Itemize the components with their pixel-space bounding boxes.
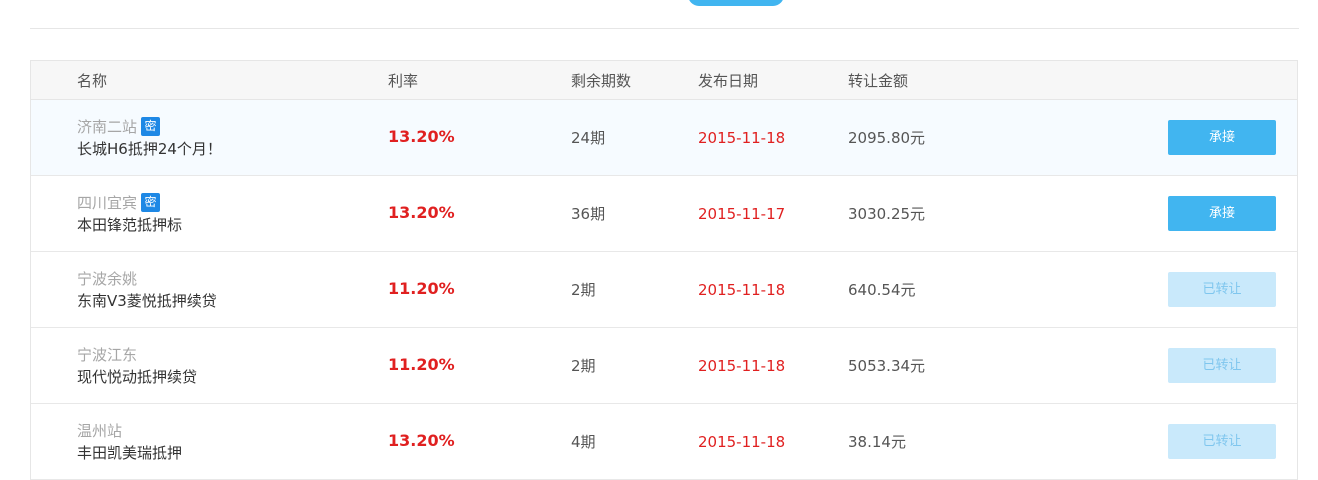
header-amount: 转让金额 — [848, 72, 909, 90]
publish-date: 2015-11-18 — [698, 433, 786, 451]
accept-button[interactable]: 承接 — [1168, 120, 1276, 155]
location-text: 宁波江东 — [77, 346, 138, 364]
rate-value: 13.20% — [388, 203, 455, 222]
transfer-table: 名称 利率 剩余期数 发布日期 转让金额 济南二站密 长城H6抵押24个月！ 1… — [30, 60, 1298, 480]
rate-value: 13.20% — [388, 431, 455, 450]
transfer-amount: 640.54元 — [848, 281, 916, 299]
remaining-periods: 24期 — [571, 129, 606, 147]
rate-value: 13.20% — [388, 127, 455, 146]
secret-badge: 密 — [141, 193, 161, 212]
transfer-amount: 38.14元 — [848, 433, 906, 451]
product-name[interactable]: 东南V3菱悦抵押续贷 — [77, 291, 217, 311]
location-text: 济南二站 — [77, 118, 138, 136]
location-text: 四川宜宾 — [77, 194, 138, 212]
product-name[interactable]: 本田锋范抵押标 — [77, 215, 182, 235]
publish-date: 2015-11-18 — [698, 281, 786, 299]
location-text: 温州站 — [77, 422, 123, 440]
location-text: 宁波余姚 — [77, 270, 138, 288]
table-row: 温州站 丰田凯美瑞抵押 13.20% 4期 2015-11-18 38.14元 … — [31, 404, 1297, 480]
header-periods: 剩余期数 — [571, 72, 632, 90]
location-cell: 宁波余姚 — [77, 269, 137, 289]
secret-badge: 密 — [141, 117, 161, 136]
publish-date: 2015-11-18 — [698, 129, 786, 147]
transferred-button[interactable]: 已转让 — [1168, 348, 1276, 383]
location-cell: 四川宜宾密 — [77, 193, 161, 213]
transfer-amount: 3030.25元 — [848, 205, 926, 223]
transferred-button[interactable]: 已转让 — [1168, 272, 1276, 307]
header-rate: 利率 — [388, 72, 419, 90]
rate-value: 11.20% — [388, 355, 455, 374]
location-cell: 温州站 — [77, 421, 122, 441]
remaining-periods: 2期 — [571, 357, 596, 375]
table-row: 宁波余姚 东南V3菱悦抵押续贷 11.20% 2期 2015-11-18 640… — [31, 252, 1297, 328]
table-row: 四川宜宾密 本田锋范抵押标 13.20% 36期 2015-11-17 3030… — [31, 176, 1297, 252]
table-row: 宁波江东 现代悦动抵押续贷 11.20% 2期 2015-11-18 5053.… — [31, 328, 1297, 404]
transfer-amount: 5053.34元 — [848, 357, 926, 375]
header-name: 名称 — [77, 72, 108, 90]
table-header: 名称 利率 剩余期数 发布日期 转让金额 — [31, 61, 1297, 100]
header-date: 发布日期 — [698, 72, 759, 90]
product-name[interactable]: 丰田凯美瑞抵押 — [77, 443, 182, 463]
top-pill-button[interactable] — [688, 0, 784, 6]
accept-button[interactable]: 承接 — [1168, 196, 1276, 231]
top-section-partial — [0, 0, 1318, 30]
product-name[interactable]: 长城H6抵押24个月！ — [77, 139, 222, 159]
transfer-amount: 2095.80元 — [848, 129, 926, 147]
transferred-button[interactable]: 已转让 — [1168, 424, 1276, 459]
location-cell: 宁波江东 — [77, 345, 137, 365]
remaining-periods: 36期 — [571, 205, 606, 223]
rate-value: 11.20% — [388, 279, 455, 298]
publish-date: 2015-11-17 — [698, 205, 786, 223]
divider — [30, 28, 1299, 29]
table-row: 济南二站密 长城H6抵押24个月！ 13.20% 24期 2015-11-18 … — [31, 100, 1297, 176]
location-cell: 济南二站密 — [77, 117, 161, 137]
remaining-periods: 2期 — [571, 281, 596, 299]
remaining-periods: 4期 — [571, 433, 596, 451]
product-name[interactable]: 现代悦动抵押续贷 — [77, 367, 197, 387]
publish-date: 2015-11-18 — [698, 357, 786, 375]
